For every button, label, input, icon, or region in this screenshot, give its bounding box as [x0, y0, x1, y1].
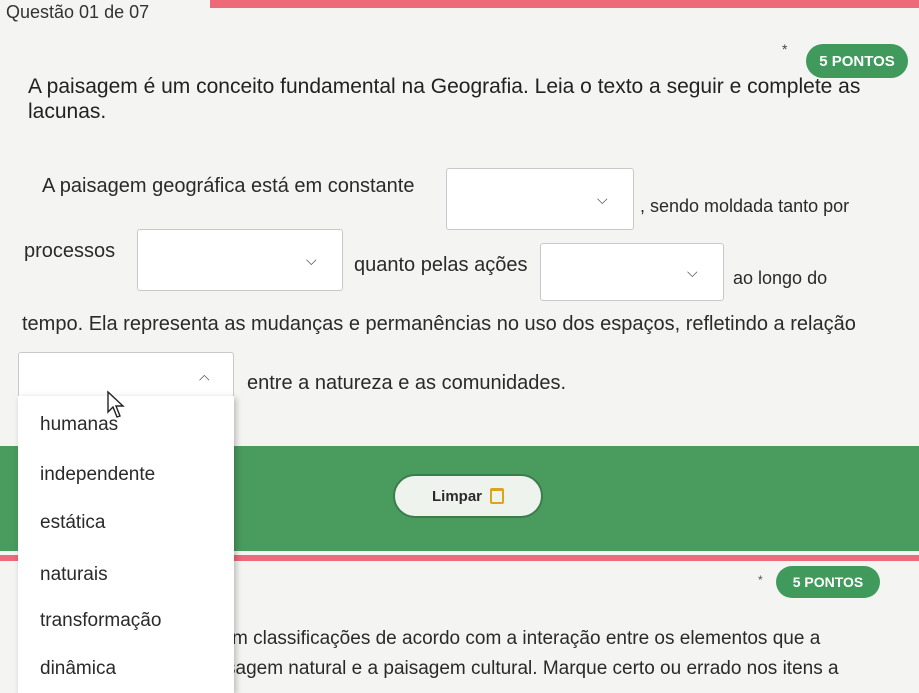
text-line-2b: quanto pelas ações	[354, 254, 528, 276]
text-line-1a: A paisagem geográfica está em constante	[42, 175, 415, 197]
text-line-1b: , sendo moldada tanto por	[640, 196, 850, 216]
chevron-down-icon: ⌵	[687, 264, 698, 280]
dropdown-option[interactable]: naturais	[40, 564, 108, 586]
trash-icon	[490, 488, 504, 504]
points-badge-2: 5 PONTOS	[776, 566, 880, 598]
gap-select-1[interactable]: ⌵	[446, 168, 634, 230]
required-marker: *	[782, 41, 788, 57]
chevron-down-icon: ⌵	[306, 252, 317, 268]
question-counter: Questão 01 de 07	[6, 2, 150, 22]
question-2-text-line-2: sagem natural e a paisagem cultural. Mar…	[226, 658, 839, 679]
gap-select-2[interactable]: ⌵	[137, 229, 343, 291]
quiz-page: Questão 01 de 07 * 5 PONTOS A paisagem é…	[0, 0, 919, 693]
points-badge: 5 PONTOS	[806, 44, 908, 78]
gap-select-4-open[interactable]: ⌵	[18, 352, 234, 398]
question-intro: A paisagem é um conceito fundamental na …	[28, 75, 861, 123]
card-accent-strip	[210, 0, 919, 8]
text-line-3: tempo. Ela representa as mudanças e perm…	[22, 313, 856, 335]
chevron-down-icon: ⌵	[597, 191, 608, 207]
mouse-cursor-icon	[107, 390, 125, 418]
dropdown-option[interactable]: estática	[40, 512, 105, 534]
text-line-2a: processos	[24, 240, 116, 262]
dropdown-option[interactable]: dinâmica	[40, 658, 116, 680]
gap-select-3[interactable]: ⌵	[540, 243, 724, 301]
required-marker-2: *	[758, 573, 763, 587]
gap-dropdown-list: humanas independente estática naturais t…	[18, 396, 234, 693]
clear-button[interactable]: Limpar	[393, 474, 543, 518]
text-line-2c: ao longo do	[733, 268, 828, 288]
chevron-up-icon: ⌵	[199, 372, 210, 388]
dropdown-option[interactable]: transformação	[40, 610, 161, 632]
question-2-text-line-1: m classificações de acordo com a interaç…	[232, 628, 821, 649]
dropdown-option[interactable]: independente	[40, 464, 155, 486]
text-line-4: entre a natureza e as comunidades.	[247, 372, 567, 394]
clear-button-label: Limpar	[431, 487, 482, 505]
